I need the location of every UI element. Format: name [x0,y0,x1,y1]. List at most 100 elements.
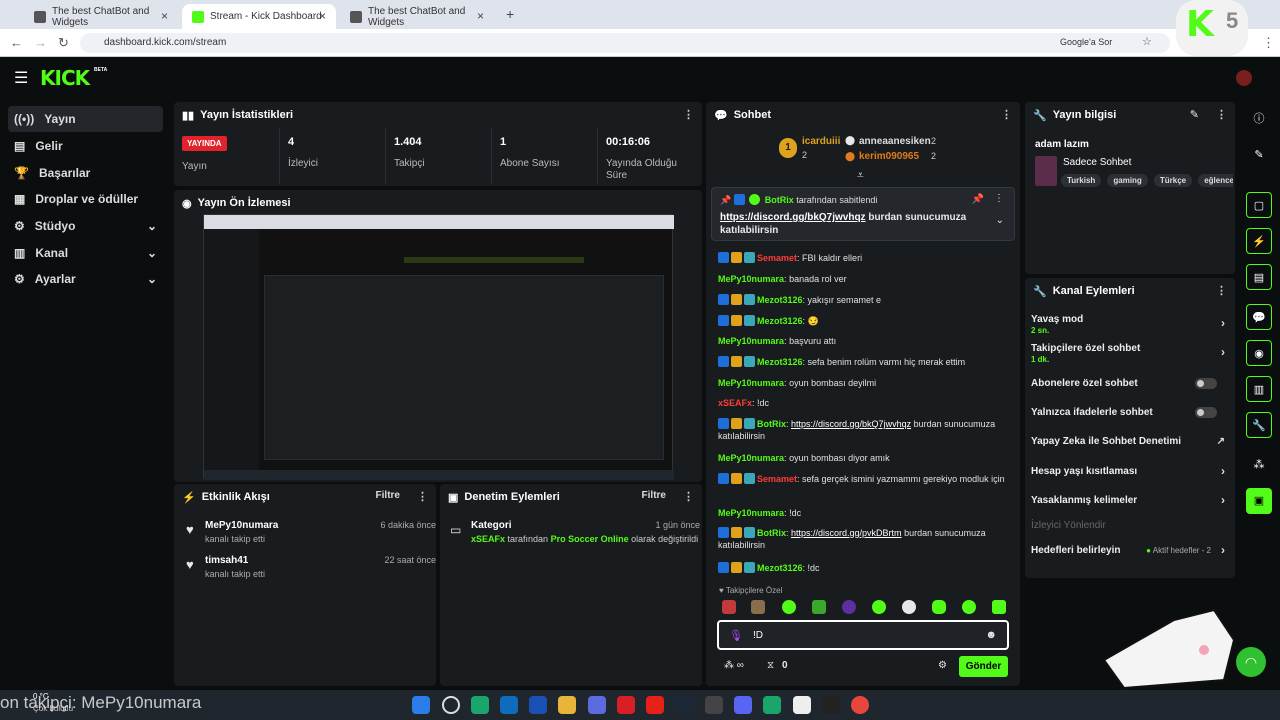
sidebar-item-ayarlar[interactable]: ⚙ Ayarlar ⌄ [8,266,163,292]
chat-username[interactable]: Semamet [757,474,797,484]
botrix-icon[interactable]: ▣ [1246,488,1272,514]
wrench-icon[interactable]: 🔧 [1246,412,1272,438]
more-options-icon[interactable]: ⋮ [683,108,694,121]
steam-icon[interactable] [675,696,693,714]
sidebar-item-kanal[interactable]: ▥ Kanal ⌄ [8,240,163,266]
points-icon[interactable]: ⁂ ∞ [724,660,744,671]
app-icon[interactable] [705,696,723,714]
chat-username[interactable]: MePy10numara [718,453,784,463]
more-options-icon[interactable]: ⋮ [994,193,1004,204]
stream-preview-video[interactable] [203,214,674,480]
send-button[interactable]: Gönder [959,656,1008,677]
edit-icon[interactable]: ✎ [1190,108,1199,121]
emotes-only-toggle[interactable] [1195,407,1217,418]
layout-icon[interactable]: ▢ [1246,192,1272,218]
youtube-icon[interactable] [646,696,664,714]
settings-icon[interactable]: ⚙ [938,660,947,671]
info-icon[interactable]: ⓘ [1246,106,1272,132]
emoji-icon[interactable]: ☻ [985,629,997,641]
action-account-age[interactable]: Hesap yaşı kısıtlaması › [1031,464,1227,478]
file-explorer-icon[interactable] [558,696,576,714]
hamburger-menu-icon[interactable]: ☰ [14,68,28,88]
close-icon[interactable]: × [161,9,168,23]
sidebar-item-basarilar[interactable]: 🏆 Başarılar [8,160,163,186]
document-icon[interactable]: ▤ [1246,264,1272,290]
sidebar-item-studyo[interactable]: ⚙ Stüdyo ⌄ [8,213,163,239]
emote-icon[interactable] [962,600,976,614]
subscribers-only-toggle[interactable] [1195,378,1217,389]
tag[interactable]: gaming [1107,174,1148,187]
more-options-icon[interactable]: ⋮ [1216,284,1227,297]
chrome-icon[interactable] [851,696,869,714]
broadcast-icon[interactable]: ◉ [1246,340,1272,366]
chat-username[interactable]: MePy10numara [718,274,784,284]
emote-icon[interactable] [842,600,856,614]
search-icon[interactable] [442,696,460,714]
chat-username[interactable]: BotRix [757,528,786,538]
unpin-icon[interactable]: 📌 [972,194,984,205]
emote-icon[interactable] [812,600,826,614]
chat-username[interactable]: Mezot3126 [757,316,803,326]
chat-username[interactable]: BotRix [757,419,786,429]
reload-icon[interactable]: ↻ [58,35,69,51]
browser-tab[interactable]: The best ChatBot and Widgets × [340,4,494,29]
chat-bubble-icon[interactable]: ◠ [1236,647,1266,677]
action-ai-moderation[interactable]: Yapay Zeka ile Sohbet Denetimi ↗ [1031,436,1227,447]
new-tab-icon[interactable]: + [506,6,514,22]
edge-icon[interactable] [763,696,781,714]
edit-icon[interactable]: ✎ [1246,142,1272,168]
edge-icon[interactable] [471,696,489,714]
forward-icon[interactable]: → [34,35,47,50]
chat-username[interactable]: MePy10numara [718,378,784,388]
category-name[interactable]: Sadece Sohbet [1063,157,1131,168]
emote-icon[interactable] [872,600,886,614]
filter-button[interactable]: Filtre [376,490,400,501]
kick-logo[interactable]: KICK [40,66,90,90]
url-input[interactable]: dashboard.kick.com/stream Google'a Sor ☆ [80,33,1170,53]
pinned-link[interactable]: https://discord.gg/bkQ7jwvhqz [720,212,866,223]
action-slow-mode[interactable]: Yavaş mod 2 sn. › [1031,314,1227,335]
tag[interactable]: Türkçe [1153,174,1193,187]
tag[interactable]: Turkish [1061,174,1102,187]
obs-icon[interactable] [822,696,840,714]
chat-link[interactable]: https://discord.gg/bkQ7jwvhqz [791,419,911,429]
emote-icon[interactable] [751,600,765,614]
more-options-icon[interactable]: ⋮ [417,490,428,503]
windows-start-icon[interactable] [412,696,430,714]
emote-icon[interactable] [992,600,1006,614]
copilot-icon[interactable] [588,696,606,714]
outlook-icon[interactable] [500,696,518,714]
action-goals[interactable]: Hedefleri belirleyin ● Aktif hedefler - … [1031,543,1227,557]
chat-username[interactable]: Mezot3126 [757,295,803,305]
more-options-icon[interactable]: ⋮ [1216,108,1227,121]
filter-button[interactable]: Filtre [642,490,666,501]
top-user[interactable]: kerim090965 [859,151,919,162]
emote-icon[interactable] [902,600,916,614]
action-followers-only[interactable]: Takipçilere özel sohbet 1 dk. › [1031,343,1227,364]
moderation-icon[interactable]: ▥ [1246,376,1272,402]
close-icon[interactable]: × [319,9,326,23]
points-icon[interactable]: ⁂ [1246,452,1272,478]
sidebar-item-gelir[interactable]: ▤ Gelir [8,133,163,159]
top-user[interactable]: icarduiii [802,136,840,147]
lightning-icon[interactable]: ⚡ [1246,228,1272,254]
emote-icon[interactable] [932,600,946,614]
chat-username[interactable]: Mezot3126 [757,357,803,367]
pinned-by[interactable]: BotRix [765,195,794,205]
sidebar-item-droplar[interactable]: ▦ Droplar ve ödüller [8,186,163,212]
chat-input[interactable]: 🎙 !D ☻ [717,620,1009,650]
chat-username[interactable]: Semamet [757,253,797,263]
chat-link[interactable]: https://discord.gg/pvkDBrtm [791,528,902,538]
emote-icon[interactable] [722,600,736,614]
emote-icon[interactable] [782,600,796,614]
chat-username[interactable]: Mezot3126 [757,563,803,573]
google-ask-button[interactable]: Google'a Sor [1060,37,1112,47]
chat-icon[interactable]: 💬 [1246,304,1272,330]
discord-icon[interactable] [734,696,752,714]
chat-username[interactable]: MePy10numara [718,508,784,518]
netflix-icon[interactable] [617,696,635,714]
action-banned-words[interactable]: Yasaklanmış kelimeler › [1031,493,1227,507]
bookmark-star-icon[interactable]: ☆ [1142,35,1152,48]
chat-username[interactable]: xSEAFx [718,398,752,408]
browser-tab-active[interactable]: Stream - Kick Dashboard × [182,4,336,29]
